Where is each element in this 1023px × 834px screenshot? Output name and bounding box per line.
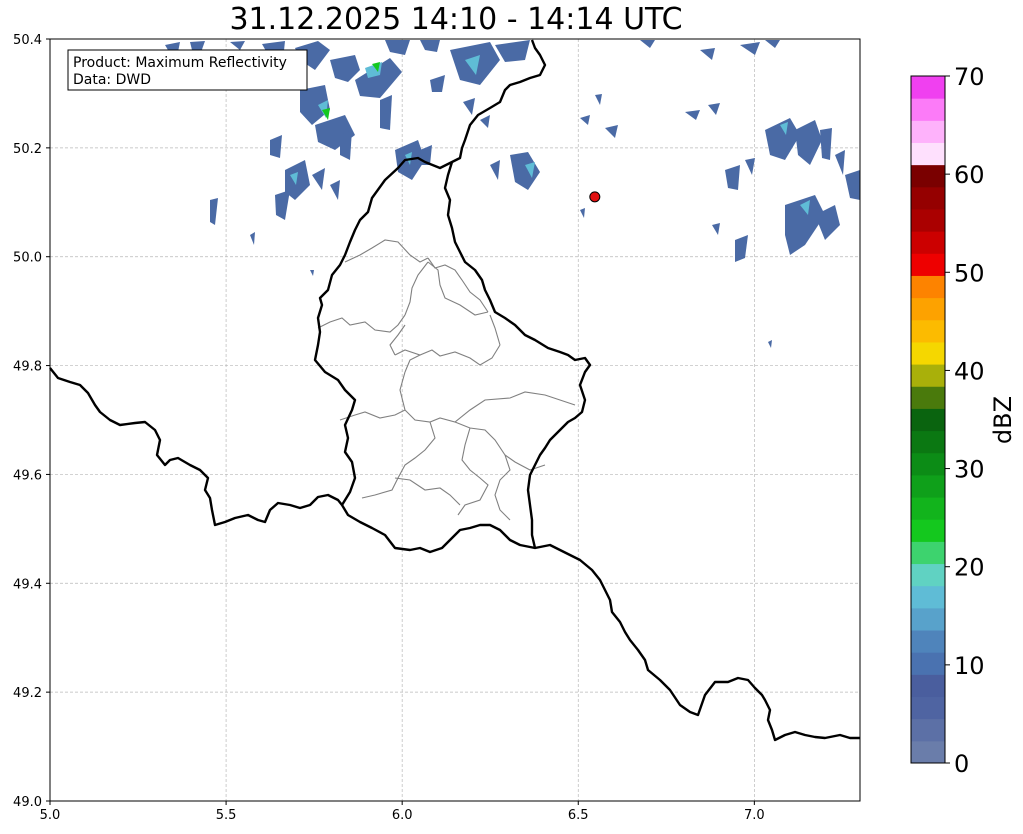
y-axis: 49.0 49.2 49.4 49.6 49.8 50.0 50.2 50.4 [13, 33, 50, 810]
colorbar: 0 10 20 30 40 50 60 70 dBZ [910, 63, 1017, 778]
info-data-text: Data: DWD [73, 72, 151, 88]
y-tick-label: 49.6 [13, 468, 42, 483]
colorbar-tick-label: 40 [954, 357, 985, 385]
colorbar-swatch [911, 474, 945, 498]
colorbar-unit-label: dBZ [989, 396, 1017, 444]
x-tick-label: 7.0 [744, 808, 765, 823]
colorbar-tick-label: 0 [954, 750, 969, 778]
x-axis: 5.0 5.5 6.0 6.5 7.0 [40, 801, 765, 823]
x-tick-label: 5.5 [216, 808, 237, 823]
y-tick-label: 50.2 [13, 142, 42, 157]
colorbar-swatch [911, 541, 945, 565]
colorbar-swatch [911, 319, 945, 343]
x-tick-label: 6.5 [568, 808, 589, 823]
colorbar-swatch [911, 519, 945, 542]
y-tick-label: 49.0 [13, 795, 42, 810]
colorbar-swatch [911, 208, 945, 232]
colorbar-swatch [911, 76, 945, 99]
colorbar-tick-label: 60 [954, 161, 985, 189]
colorbar-swatch [911, 452, 945, 476]
y-tick-label: 49.4 [13, 577, 42, 592]
colorbar-swatch [911, 231, 945, 254]
location-marker[interactable] [589, 191, 601, 203]
info-box: Product: Maximum Reflectivity Data: DWD [67, 49, 308, 91]
colorbar-swatch [911, 142, 945, 166]
x-tick-label: 6.0 [392, 808, 413, 823]
colorbar-swatch [911, 408, 945, 432]
colorbar-swatch [911, 652, 945, 675]
colorbar-tick-label: 10 [954, 652, 985, 680]
colorbar-swatch [911, 607, 945, 631]
y-tick-label: 49.2 [13, 686, 42, 701]
colorbar-swatch [911, 386, 945, 409]
y-tick-label: 49.8 [13, 360, 42, 375]
colorbar-swatch [911, 696, 945, 720]
colorbar-swatch [911, 341, 945, 365]
colorbar-swatch [911, 186, 945, 210]
info-product-text: Product: Maximum Reflectivity [73, 55, 287, 71]
colorbar-swatch [911, 497, 945, 520]
colorbar-tick-label: 20 [954, 554, 985, 582]
colorbar-swatch [911, 718, 945, 742]
radar-map-figure: 5.0 5.5 6.0 6.5 7.0 49.0 49.2 49.4 49.6 49.8 50.0… [13, 33, 1017, 823]
colorbar-swatch [911, 563, 945, 587]
colorbar-tick-label: 70 [954, 63, 985, 91]
x-tick-label: 5.0 [40, 808, 61, 823]
colorbar-swatch [911, 120, 945, 143]
colorbar-swatch [911, 164, 945, 188]
colorbar-swatch [911, 275, 945, 299]
colorbar-swatch [911, 253, 945, 276]
colorbar-swatch [911, 740, 945, 764]
y-tick-label: 50.4 [13, 33, 42, 48]
colorbar-swatch [911, 98, 945, 121]
colorbar-tick-label: 50 [954, 259, 985, 287]
colorbar-swatch [911, 630, 945, 653]
colorbar-swatch [911, 364, 945, 387]
map-area[interactable] [50, 39, 860, 801]
colorbar-swatch [911, 297, 945, 321]
y-tick-label: 50.0 [13, 251, 42, 266]
colorbar-swatch [911, 674, 945, 698]
colorbar-swatch [911, 585, 945, 609]
colorbar-tick-label: 30 [954, 456, 985, 484]
colorbar-swatch [911, 430, 945, 454]
